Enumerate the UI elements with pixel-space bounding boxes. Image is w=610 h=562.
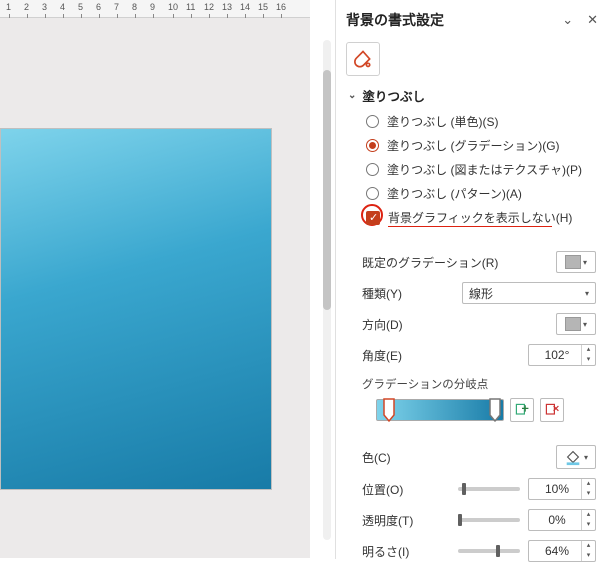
swatch-icon [565, 317, 581, 331]
fill-type-radio-group: 塗りつぶし (単色)(S) 塗りつぶし (グラデーション)(G) 塗りつぶし (… [348, 113, 596, 226]
slider-thumb[interactable] [496, 545, 500, 557]
spin-up-icon[interactable]: ▴ [582, 510, 595, 520]
radio-label: 塗りつぶし (単色)(S) [387, 113, 498, 130]
radio-icon [366, 115, 379, 128]
spinner-value: 0% [529, 513, 581, 527]
checkbox-icon [366, 211, 380, 225]
gradient-stop-handle[interactable] [489, 397, 501, 423]
ruler-tick: 2 [24, 2, 29, 12]
panel-scrollbar[interactable] [323, 40, 331, 540]
spinner-value: 102° [529, 348, 581, 362]
chevron-down-icon: ⌄ [348, 90, 356, 101]
stop-brightness-label: 明るさ(I) [362, 543, 409, 560]
gradient-stops-label: グラデーションの分岐点 [336, 376, 610, 392]
remove-gradient-stop-button[interactable] [540, 398, 564, 422]
gradient-stops-bar[interactable] [376, 399, 504, 421]
ruler-tick: 3 [42, 2, 47, 12]
caret-down-icon: ▾ [583, 320, 587, 329]
ruler-tick: 8 [132, 2, 137, 12]
ruler-tick: 14 [240, 2, 250, 12]
stop-position-label: 位置(O) [362, 481, 403, 498]
ruler-tick: 5 [78, 2, 83, 12]
format-background-panel: 背景の書式設定 ⌄ ✕ ⌄ 塗りつぶし 塗りつぶし (単色)(S) 塗りつぶし … [335, 0, 610, 559]
gradient-direction-label: 方向(D) [362, 316, 403, 333]
add-gradient-stop-button[interactable] [510, 398, 534, 422]
radio-label: 塗りつぶし (パターン)(A) [387, 185, 522, 202]
radio-icon [366, 187, 379, 200]
gradient-angle-spinner[interactable]: 102° ▴▾ [528, 344, 596, 366]
radio-icon [366, 163, 379, 176]
ruler-tick: 11 [186, 2, 195, 12]
ruler-tick: 4 [60, 2, 65, 12]
ruler-tick: 15 [258, 2, 268, 12]
hide-bg-graphics-checkbox[interactable]: 背景グラフィックを表示しない(H) [366, 209, 596, 226]
preset-gradient-label: 既定のグラデーション(R) [362, 254, 498, 271]
fill-solid-radio[interactable]: 塗りつぶし (単色)(S) [366, 113, 596, 130]
spin-down-icon[interactable]: ▾ [582, 520, 595, 530]
fill-tab-icon[interactable] [346, 42, 380, 76]
slider-thumb[interactable] [462, 483, 466, 495]
spinner-value: 64% [529, 544, 581, 558]
spin-down-icon[interactable]: ▾ [582, 551, 595, 561]
fill-picture-radio[interactable]: 塗りつぶし (図またはテクスチャ)(P) [366, 161, 596, 178]
ruler-tick: 6 [96, 2, 101, 12]
gradient-direction-dropdown[interactable]: ▾ [556, 313, 596, 335]
section-title: 塗りつぶし [362, 86, 425, 105]
slide-preview [0, 128, 272, 490]
caret-down-icon: ▾ [585, 289, 589, 298]
fill-gradient-radio[interactable]: 塗りつぶし (グラデーション)(G) [366, 137, 596, 154]
radio-label: 塗りつぶし (グラデーション)(G) [387, 137, 560, 154]
close-icon[interactable]: ✕ [587, 12, 598, 28]
swatch-icon [565, 255, 581, 269]
ruler-tick: 16 [276, 2, 286, 12]
spin-up-icon[interactable]: ▴ [582, 345, 595, 355]
horizontal-ruler: 12345678910111213141516 [0, 0, 310, 18]
panel-options-icon[interactable]: ⌄ [562, 12, 573, 28]
gradient-stop-handle[interactable] [383, 397, 395, 423]
stop-color-label: 色(C) [362, 449, 391, 466]
ruler-tick: 13 [222, 2, 232, 12]
caret-down-icon: ▾ [584, 453, 588, 462]
stop-transparency-spinner[interactable]: 0% ▴▾ [528, 509, 596, 531]
ruler-tick: 1 [6, 2, 11, 12]
stop-transparency-label: 透明度(T) [362, 512, 413, 529]
ruler-tick: 10 [168, 2, 178, 12]
paint-bucket-icon [564, 448, 582, 466]
stop-brightness-slider[interactable] [458, 549, 520, 553]
stop-position-slider[interactable] [458, 487, 520, 491]
radio-icon [366, 139, 379, 152]
caret-down-icon: ▾ [583, 258, 587, 267]
checkbox-label: 背景グラフィックを表示しない(H) [388, 209, 572, 226]
ruler-tick: 9 [150, 2, 155, 12]
fill-section-header[interactable]: ⌄ 塗りつぶし [348, 86, 596, 105]
spin-up-icon[interactable]: ▴ [582, 479, 595, 489]
stop-transparency-slider[interactable] [458, 518, 520, 522]
gradient-type-label: 種類(Y) [362, 285, 402, 302]
slide-canvas-area [0, 18, 310, 558]
spinner-value: 10% [529, 482, 581, 496]
scrollbar-thumb[interactable] [323, 70, 331, 310]
spin-down-icon[interactable]: ▾ [582, 355, 595, 365]
spin-down-icon[interactable]: ▾ [582, 489, 595, 499]
stop-position-spinner[interactable]: 10% ▴▾ [528, 478, 596, 500]
ruler-tick: 7 [114, 2, 119, 12]
gradient-type-select[interactable]: 線形 ▾ [462, 282, 596, 304]
radio-label: 塗りつぶし (図またはテクスチャ)(P) [387, 161, 582, 178]
slider-thumb[interactable] [458, 514, 462, 526]
ruler-tick: 12 [204, 2, 214, 12]
preset-gradient-dropdown[interactable]: ▾ [556, 251, 596, 273]
select-value: 線形 [469, 285, 493, 302]
spin-up-icon[interactable]: ▴ [582, 541, 595, 551]
panel-title: 背景の書式設定 [346, 10, 444, 30]
gradient-angle-label: 角度(E) [362, 347, 402, 364]
fill-pattern-radio[interactable]: 塗りつぶし (パターン)(A) [366, 185, 596, 202]
stop-color-dropdown[interactable]: ▾ [556, 445, 596, 469]
